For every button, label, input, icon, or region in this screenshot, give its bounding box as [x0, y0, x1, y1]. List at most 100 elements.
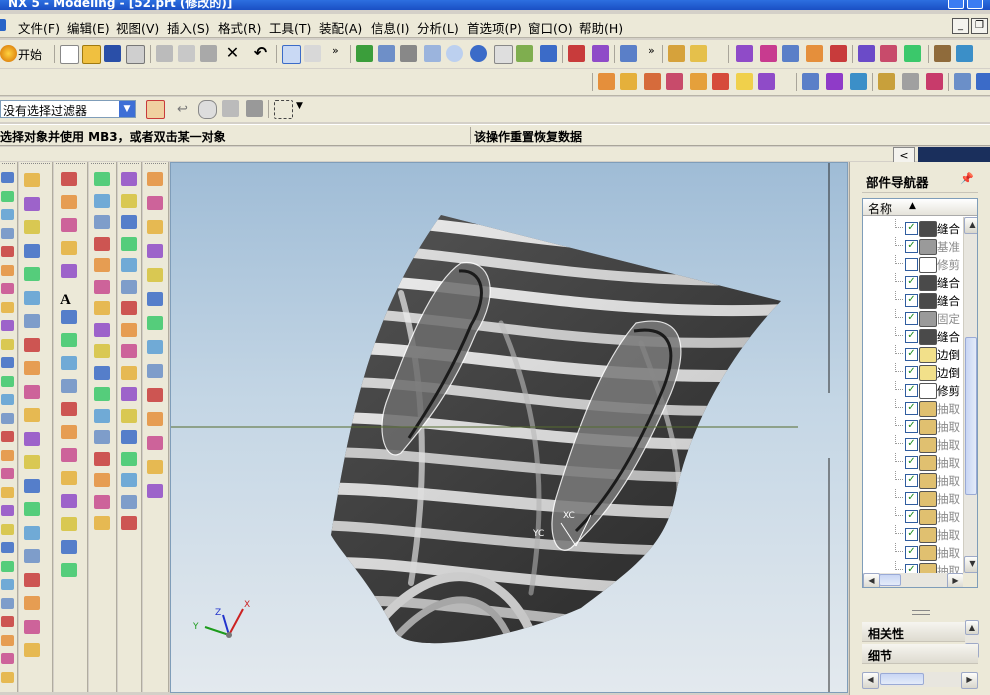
palette-tool-icon[interactable]	[121, 430, 137, 444]
palette-tool-icon[interactable]	[61, 540, 77, 554]
palette-tool-icon[interactable]	[24, 431, 40, 446]
tree-node[interactable]: ✓ 抽取	[863, 453, 967, 471]
palette-tool-icon[interactable]	[24, 502, 40, 516]
tree-node[interactable]: ✓ 抽取	[863, 417, 967, 435]
palette-tool-icon[interactable]	[1, 653, 14, 664]
node-visibility-checkbox[interactable]: ✓	[905, 240, 918, 253]
palette-tool-icon[interactable]	[147, 196, 163, 210]
palette-tool-icon[interactable]	[1, 338, 14, 350]
select-icon[interactable]	[282, 45, 301, 64]
chamfer-icon[interactable]	[826, 73, 843, 90]
shaded-icon[interactable]	[592, 45, 609, 62]
pan-icon[interactable]	[494, 45, 513, 64]
palette-tool-icon[interactable]	[147, 460, 163, 474]
palette-tool-icon[interactable]	[1, 468, 14, 479]
palette-tool-icon[interactable]	[1, 375, 14, 387]
dependencies-panel-header[interactable]: 相关性	[862, 622, 978, 642]
color-icon[interactable]	[904, 45, 921, 62]
rotate-icon[interactable]	[470, 45, 487, 62]
palette-tool-icon[interactable]	[1, 357, 14, 368]
render-style-icon[interactable]	[568, 45, 585, 62]
node-visibility-checkbox[interactable]: ✓	[905, 420, 918, 433]
sketch-icon[interactable]	[880, 45, 897, 62]
palette-tool-icon[interactable]	[24, 478, 40, 493]
panels-hscroll-thumb[interactable]	[880, 673, 924, 685]
tree-node[interactable]: ✓ 抽取	[863, 435, 967, 453]
measure-icon[interactable]	[668, 45, 685, 62]
selection-options-icon[interactable]	[246, 100, 263, 117]
tree-node[interactable]: ✓ 缝合	[863, 327, 967, 345]
palette-tool-icon[interactable]	[61, 517, 77, 531]
open-folder-icon[interactable]	[82, 45, 101, 64]
start-button[interactable]: 开始	[18, 46, 42, 63]
tree-node[interactable]: ✓ 基准	[863, 237, 967, 255]
trim-body-icon[interactable]	[878, 73, 895, 90]
palette-tool-icon[interactable]	[121, 387, 137, 401]
tree-node[interactable]: ✓ 修剪	[863, 381, 967, 399]
menu-analysis[interactable]: 分析(L)	[417, 18, 459, 37]
node-visibility-checkbox[interactable]: ✓	[905, 384, 918, 397]
undo-icon[interactable]: ↶	[252, 44, 269, 61]
analysis-icon[interactable]	[690, 45, 707, 62]
palette-tool-icon[interactable]	[94, 494, 110, 509]
palette-tool-icon[interactable]	[1, 301, 14, 313]
offset-icon[interactable]	[926, 73, 943, 90]
tree-horizontal-scrollbar[interactable]: ◀ ▶	[863, 573, 964, 587]
palette-tool-icon[interactable]	[94, 344, 110, 358]
palette-tool-icon[interactable]	[1, 394, 14, 405]
snap-point-icon[interactable]	[222, 100, 239, 117]
palette-tool-icon[interactable]	[121, 451, 137, 466]
palette-tool-icon[interactable]	[94, 258, 110, 272]
panels-horizontal-scrollbar[interactable]: ◀ ▶	[862, 672, 978, 689]
palette-tool-icon[interactable]	[147, 388, 163, 402]
palette-tool-icon[interactable]	[24, 173, 40, 187]
menu-tools[interactable]: 工具(T)	[269, 18, 311, 37]
tree-node[interactable]: ✓ 抽取	[863, 489, 967, 507]
splitter-grip[interactable]	[912, 610, 930, 615]
dropdown-arrow-icon[interactable]: ▼	[119, 101, 135, 117]
type-filter-icon[interactable]	[146, 100, 165, 119]
groove-icon[interactable]	[758, 73, 775, 90]
shell-icon[interactable]	[850, 73, 867, 90]
palette-tool-icon[interactable]	[24, 549, 40, 563]
palette-tool-icon[interactable]	[61, 402, 77, 416]
tree-node[interactable]: ✓ 抽取	[863, 543, 967, 561]
more-tools-icon[interactable]: »	[332, 44, 339, 57]
blend-icon[interactable]	[802, 73, 819, 90]
palette-tool-icon[interactable]	[147, 244, 163, 258]
minimize-button[interactable]	[948, 0, 964, 9]
palette-tool-icon[interactable]	[1, 209, 14, 220]
palette-tool-icon[interactable]	[1, 560, 14, 572]
palette-tool-icon[interactable]	[1, 190, 14, 202]
palette-tool-icon[interactable]	[94, 365, 110, 380]
extrude-icon[interactable]	[598, 73, 615, 90]
layer-icon[interactable]	[782, 45, 799, 62]
fit-icon[interactable]	[378, 45, 395, 62]
magnify-icon[interactable]	[446, 45, 463, 62]
tree-node[interactable]: ✓ 缝合	[863, 273, 967, 291]
delete-icon[interactable]: ✕	[224, 44, 241, 61]
palette-tool-icon[interactable]	[147, 268, 163, 282]
print-icon[interactable]	[126, 45, 145, 64]
assembly-icon[interactable]	[934, 45, 951, 62]
palette-tool-icon[interactable]	[147, 220, 163, 234]
palette-tool-icon[interactable]	[121, 344, 137, 358]
node-visibility-checkbox[interactable]: ✓	[905, 438, 918, 451]
palette-tool-icon[interactable]	[61, 333, 77, 347]
palette-tool-icon[interactable]	[147, 340, 163, 354]
palette-tool-icon[interactable]	[24, 314, 40, 328]
navigator-tree[interactable]: 名称 ▲ ✓ 缝合 ✓ 基准 修剪 ✓ 缝合 ✓ 缝合 ✓ 固定 ✓ 缝合 ✓ 边倒 ✓ 边倒 ✓ 修剪 ✓ 抽取 ✓ 抽取…	[862, 198, 978, 588]
rectangle-select-icon[interactable]	[274, 100, 293, 119]
palette-tool-icon[interactable]	[94, 430, 110, 444]
tree-vertical-scrollbar[interactable]: ▲ ▼	[963, 217, 977, 573]
pattern-icon[interactable]	[976, 73, 990, 90]
zoom-icon[interactable]	[424, 45, 441, 62]
tree-node[interactable]: 修剪	[863, 255, 967, 273]
palette-tool-icon[interactable]	[24, 384, 40, 399]
palette-tool-icon[interactable]	[61, 494, 77, 508]
palette-tool-icon[interactable]	[94, 408, 110, 423]
palette-tool-icon[interactable]	[24, 196, 40, 211]
palette-tool-icon[interactable]	[61, 356, 77, 370]
palette-tool-icon[interactable]	[1, 412, 14, 424]
node-visibility-checkbox[interactable]: ✓	[905, 294, 918, 307]
